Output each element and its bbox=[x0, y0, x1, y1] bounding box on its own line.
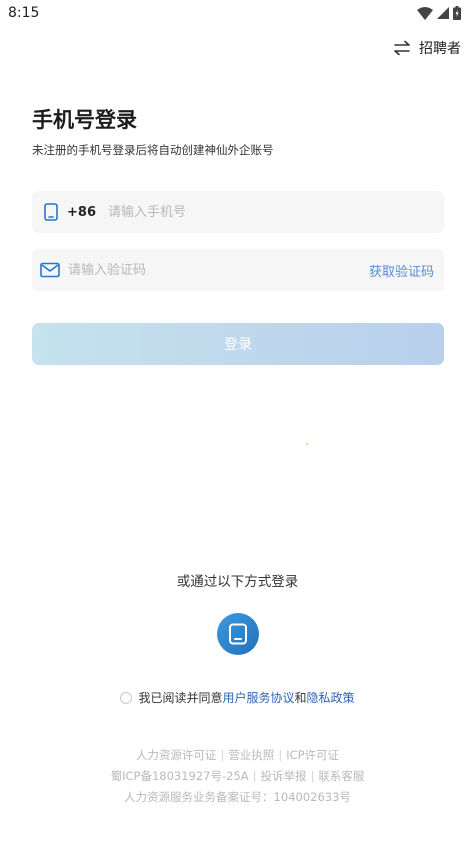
complaint-link[interactable]: 投诉举报 bbox=[261, 766, 307, 787]
separator: | bbox=[252, 769, 257, 783]
footer: 人力资源许可证 | 营业执照 | ICP许可证 蜀ICP备18031927号-2… bbox=[0, 745, 475, 808]
separator: | bbox=[220, 748, 225, 762]
hr-license-link[interactable]: 人力资源许可证 bbox=[136, 745, 217, 766]
country-code[interactable]: +86 bbox=[67, 205, 96, 220]
footer-line-1: 人力资源许可证 | 营业执照 | ICP许可证 bbox=[0, 745, 475, 766]
separator: | bbox=[310, 769, 315, 783]
verification-code-field[interactable]: 获取验证码 bbox=[32, 249, 444, 291]
agree-checkbox[interactable] bbox=[120, 691, 133, 704]
separator: | bbox=[278, 748, 283, 762]
customer-service-link[interactable]: 联系客服 bbox=[318, 766, 364, 787]
status-bar: 8:15 bbox=[0, 0, 475, 28]
agreement-row: 我已阅读并同意 用户服务协议 和 隐私政策 bbox=[0, 689, 475, 706]
page-title: 手机号登录 bbox=[32, 108, 137, 132]
phone-input[interactable] bbox=[107, 204, 444, 220]
page-subtitle: 未注册的手机号登录后将自动创建神仙外企账号 bbox=[32, 143, 274, 157]
icp-license-link[interactable]: ICP许可证 bbox=[286, 745, 339, 766]
swap-icon bbox=[394, 40, 410, 56]
get-code-button[interactable]: 获取验证码 bbox=[369, 261, 434, 280]
alternative-login-title: 或通过以下方式登录 bbox=[176, 574, 299, 590]
phone-field[interactable]: +86 bbox=[32, 191, 444, 233]
loading-dot bbox=[306, 443, 308, 445]
footer-line-2: 蜀ICP备18031927号-25A | 投诉举报 | 联系客服 bbox=[0, 766, 475, 787]
business-license-link[interactable]: 营业执照 bbox=[228, 745, 274, 766]
status-icons bbox=[417, 6, 461, 20]
privacy-policy-link[interactable]: 隐私政策 bbox=[307, 689, 355, 706]
user-agreement-link[interactable]: 用户服务协议 bbox=[222, 689, 294, 706]
verification-code-input[interactable] bbox=[68, 262, 369, 278]
tablet-icon bbox=[229, 623, 247, 645]
phone-icon bbox=[44, 203, 58, 221]
wifi-icon bbox=[417, 6, 433, 20]
agreement-connector: 和 bbox=[294, 691, 307, 705]
signal-icon bbox=[437, 7, 449, 19]
mail-icon bbox=[40, 262, 60, 278]
icp-record-link[interactable]: 蜀ICP备18031927号-25A bbox=[111, 766, 249, 787]
status-time: 8:15 bbox=[8, 5, 40, 21]
battery-icon bbox=[453, 6, 461, 20]
switch-role-label: 招聘者 bbox=[419, 41, 461, 57]
device-login-button[interactable] bbox=[217, 613, 259, 655]
switch-to-recruiter-button[interactable]: 招聘者 bbox=[393, 38, 461, 58]
footer-line-3: 人力资源服务业务备案证号：104002633号 bbox=[0, 787, 475, 808]
agreement-prefix: 我已阅读并同意 bbox=[138, 691, 223, 705]
login-button[interactable]: 登录 bbox=[32, 323, 444, 365]
hr-record-number: 人力资源服务业务备案证号：104002633号 bbox=[124, 790, 351, 804]
